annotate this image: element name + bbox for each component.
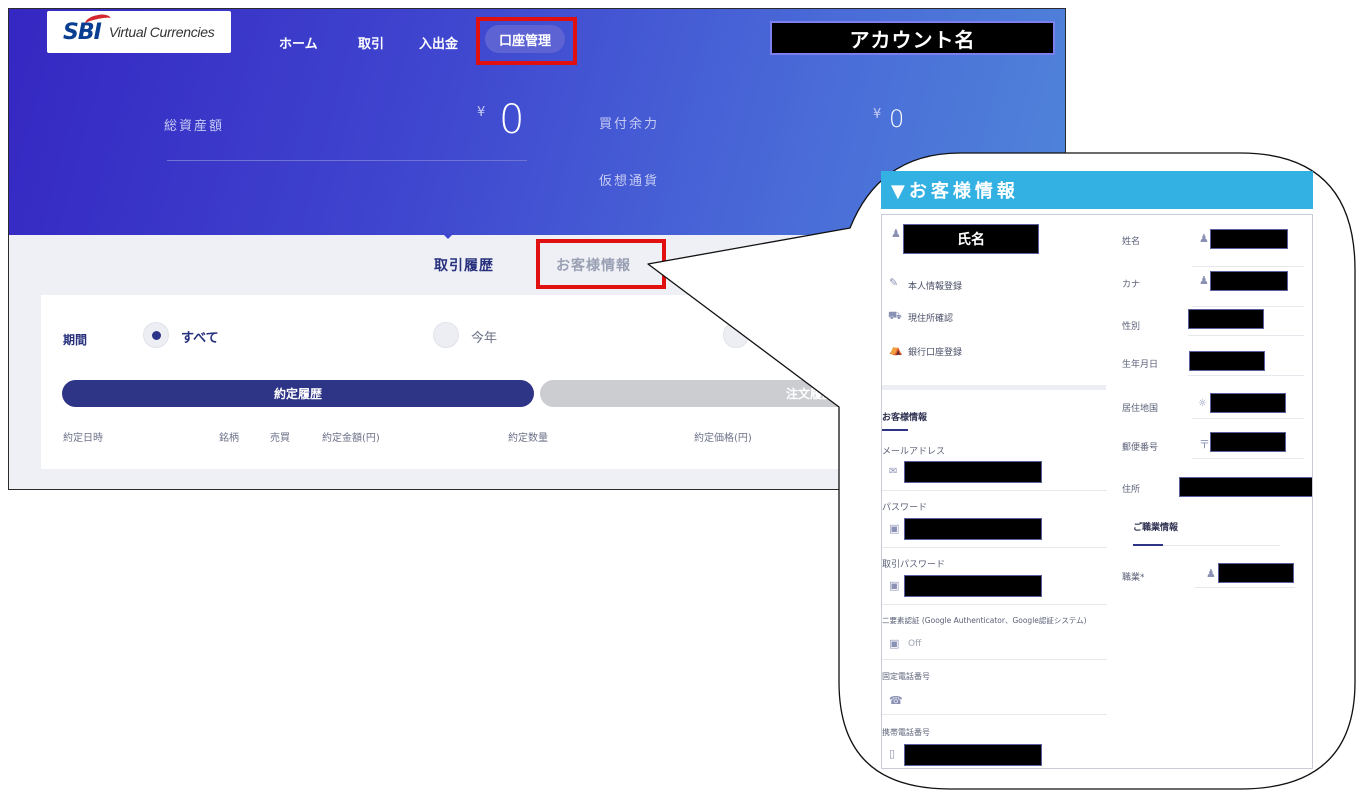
trade-password-redacted (904, 575, 1042, 597)
col-amount: 約定金額(円) (322, 433, 380, 444)
total-assets-divider (167, 160, 527, 161)
address-redacted (1179, 477, 1312, 497)
executed-history-tab[interactable]: 約定履歴 (62, 380, 534, 407)
person-icon: ♟ (1199, 232, 1209, 245)
two-factor-label: 二要素認証 (Google Authenticator、Google認証システム… (882, 616, 1087, 625)
email-redacted (904, 461, 1042, 483)
bank-icon: ⛺ (889, 343, 903, 356)
col-side: 売買 (270, 433, 290, 444)
account-name-redacted: アカウント名 (770, 21, 1055, 55)
col-symbol: 銘柄 (219, 433, 239, 444)
field-divider (1195, 587, 1295, 588)
customer-info-body: ♟ 氏名 ✎ 本人情報登録 ⛟ 現住所確認 ⛺ 銀行口座登録 お客様情報 メール… (881, 214, 1313, 769)
field-divider (882, 490, 1107, 491)
logo-text: Virtual Currencies (108, 24, 215, 40)
col-quantity: 約定数量 (508, 433, 548, 444)
menu-identity-registration[interactable]: 本人情報登録 (908, 279, 962, 292)
field-divider (1192, 306, 1304, 307)
occupation-section-title: ご職業情報 (1133, 523, 1179, 533)
person-icon: ♟ (1206, 567, 1216, 580)
nav-deposit-withdraw[interactable]: 入出金 (419, 33, 458, 52)
total-assets-label: 総資産額 (164, 119, 225, 134)
field-divider (1192, 266, 1304, 267)
field-divider (1188, 335, 1304, 336)
col-price: 約定価格(円) (694, 433, 752, 444)
truck-icon: ⛟ (888, 309, 902, 322)
address-label: 住所 (1122, 485, 1141, 495)
occupation-label: 職業* (1122, 573, 1145, 583)
person-icon: ♟ (891, 227, 901, 240)
country-redacted (1210, 393, 1286, 413)
nav-trade[interactable]: 取引 (358, 33, 384, 52)
trade-password-label: 取引パスワード (882, 560, 946, 570)
family-name-label: 姓名 (1122, 237, 1141, 247)
tab-trade-history[interactable]: 取引履歴 (434, 255, 494, 275)
radio-selected-dot (152, 331, 161, 340)
lock-icon: ▣ (889, 637, 900, 650)
mobile-redacted (904, 744, 1042, 766)
email-label: メールアドレス (882, 447, 946, 457)
customer-section-underline (882, 429, 908, 431)
field-divider (1188, 375, 1304, 376)
period-all-radio[interactable] (143, 322, 169, 348)
birth-date-label: 生年月日 (1122, 360, 1159, 370)
col-executed-at: 約定日時 (63, 433, 103, 444)
gender-redacted (1188, 309, 1264, 329)
callout-title: ▼お客様情報 (881, 171, 1313, 209)
occupation-redacted (1218, 563, 1294, 583)
family-name-redacted (1210, 229, 1288, 249)
field-divider (1192, 418, 1304, 419)
buying-power-currency: ¥ (873, 107, 882, 122)
menu-address-confirmation[interactable]: 現住所確認 (908, 311, 953, 324)
birth-date-redacted (1189, 351, 1265, 371)
period-all-label[interactable]: すべて (181, 327, 219, 346)
postal-code-label: 郵便番号 (1122, 443, 1159, 453)
mail-icon: ✉ (889, 466, 898, 477)
two-factor-status[interactable]: Off (908, 639, 921, 649)
kana-redacted (1210, 271, 1288, 291)
phone-icon: ☎ (889, 694, 903, 707)
customer-tab-highlight-frame (536, 239, 666, 289)
customer-info-callout: ▼お客様情報 ♟ 氏名 ✎ 本人情報登録 ⛟ 現住所確認 ⛺ 銀行口座登録 お客… (881, 171, 1313, 769)
person-icon: ♟ (1199, 274, 1209, 287)
tab-pointer (442, 233, 454, 239)
period-this-year-radio[interactable] (433, 322, 459, 348)
sbi-logo[interactable]: SBI Virtual Currencies (47, 11, 231, 53)
account-nav-highlight-frame (476, 17, 577, 65)
field-divider (1192, 458, 1304, 459)
field-divider (882, 714, 1107, 715)
crypto-holdings-label: 仮想通貨 (599, 174, 660, 189)
password-label: パスワード (882, 503, 928, 513)
password-redacted (904, 518, 1042, 540)
country-label: 居住地国 (1122, 404, 1159, 414)
customer-name-redacted: 氏名 (903, 224, 1039, 254)
buying-power-label: 買付余力 (599, 117, 660, 132)
total-assets-value: 0 (499, 97, 525, 143)
lock-icon: ▣ (889, 522, 900, 535)
kana-label: カナ (1122, 280, 1141, 290)
logo-swoosh-icon (84, 12, 112, 30)
pencil-icon: ✎ (889, 276, 899, 289)
customer-section-title: お客様情報 (882, 413, 928, 423)
mobile-phone-icon: ▯ (889, 747, 896, 760)
gender-label: 性別 (1122, 322, 1141, 332)
buying-power-value: 0 (889, 105, 905, 133)
occupation-section-underline (1133, 544, 1163, 546)
period-label: 期間 (63, 333, 88, 347)
total-assets-currency: ¥ (477, 105, 486, 120)
field-divider (882, 547, 1107, 548)
period-other-radio[interactable] (723, 322, 749, 348)
postal-mark-icon: 〒 (1199, 438, 1210, 451)
period-this-year-label[interactable]: 今年 (471, 327, 497, 346)
menu-bank-registration[interactable]: 銀行口座登録 (908, 345, 962, 358)
nav-home[interactable]: ホーム (279, 33, 318, 52)
lock-icon: ▣ (889, 579, 900, 592)
field-divider (882, 659, 1107, 660)
mobile-label: 携帯電話番号 (882, 728, 930, 737)
landline-label: 固定電話番号 (882, 672, 930, 681)
globe-icon: ☼ (1198, 398, 1207, 409)
field-divider (882, 604, 1107, 605)
postal-code-redacted (1210, 432, 1286, 452)
section-divider (882, 385, 1106, 390)
